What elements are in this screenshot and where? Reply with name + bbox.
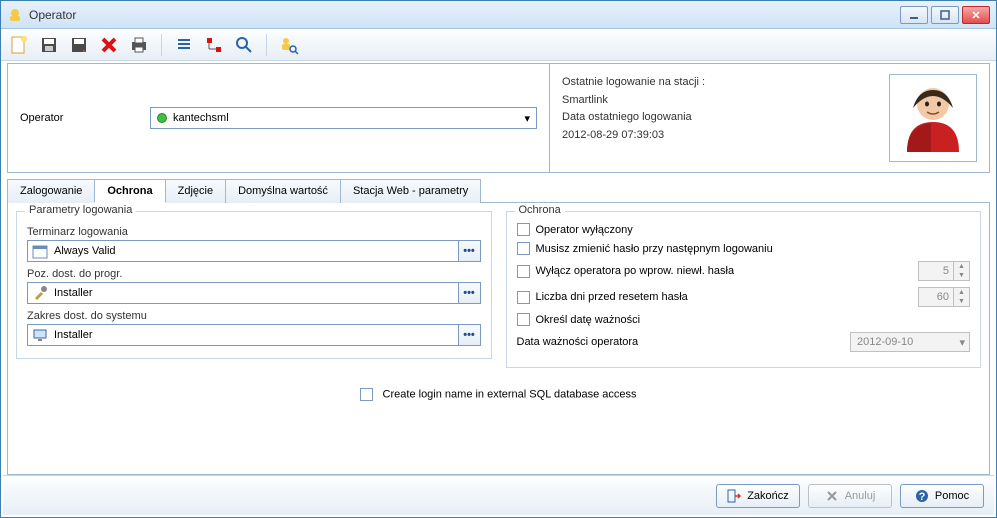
date-expiry: 2012-09-10 ▾ — [850, 332, 970, 352]
chevron-down-icon: ▾ — [524, 112, 530, 125]
operator-window: Operator Operator kantechsml ▾ — [0, 0, 997, 518]
picker-terminarz[interactable]: Always Valid ••• — [27, 240, 481, 262]
tab-strip: Zalogowanie Ochrona Zdjęcie Domyślna war… — [7, 179, 990, 203]
checkbox-days-before-reset[interactable] — [517, 291, 530, 304]
fieldset-parametry-logowania: Parametry logowania Terminarz logowania … — [16, 211, 492, 359]
exit-icon — [727, 489, 741, 503]
delete-icon[interactable] — [99, 35, 119, 55]
fieldset-legend: Ochrona — [515, 204, 565, 216]
tab-zdjecie[interactable]: Zdjęcie — [165, 179, 226, 203]
checkbox-set-expiry[interactable] — [517, 313, 530, 326]
toolbar-separator — [161, 34, 162, 56]
operator-select-value: kantechsml — [173, 112, 229, 124]
browse-button[interactable]: ••• — [458, 283, 480, 303]
spinner-value: 60 — [919, 291, 953, 303]
picker-value: Installer — [52, 329, 458, 341]
operator-label: Operator — [20, 112, 150, 124]
minimize-button[interactable] — [900, 6, 928, 24]
fieldset-ochrona: Ochrona Operator wyłączony Musisz zmieni… — [506, 211, 982, 368]
checkbox-must-change-password[interactable] — [517, 242, 530, 255]
picker-value: Installer — [52, 287, 458, 299]
list-icon[interactable] — [174, 35, 194, 55]
tab-ochrona[interactable]: Ochrona — [94, 179, 165, 203]
checkbox-label: Create login name in external SQL databa… — [383, 388, 637, 400]
checkbox-create-sql-login[interactable] — [360, 388, 373, 401]
close-button[interactable] — [962, 6, 990, 24]
cancel-button: Anuluj — [808, 484, 892, 508]
toolbar-separator — [266, 34, 267, 56]
tool-icon — [32, 285, 48, 301]
status-dot-icon — [157, 113, 167, 123]
last-login-station-label: Ostatnie logowanie na stacji : — [562, 74, 879, 92]
new-icon[interactable] — [9, 35, 29, 55]
checkbox-operator-disabled[interactable] — [517, 223, 530, 236]
checkbox-disable-after-bad-pwd[interactable] — [517, 265, 530, 278]
help-icon: ? — [915, 489, 929, 503]
avatar — [889, 74, 977, 162]
tab-body: Parametry logowania Terminarz logowania … — [7, 202, 990, 475]
label-terminarz: Terminarz logowania — [27, 226, 481, 238]
tab-stacja-web[interactable]: Stacja Web - parametry — [340, 179, 481, 203]
checkbox-label: Określ datę ważności — [536, 314, 641, 326]
close-dialog-button[interactable]: Zakończ — [716, 484, 800, 508]
search-icon[interactable] — [234, 35, 254, 55]
browse-button[interactable]: ••• — [458, 325, 480, 345]
browse-button[interactable]: ••• — [458, 241, 480, 261]
save-as-icon[interactable] — [69, 35, 89, 55]
checkbox-label: Operator wyłączony — [536, 224, 633, 236]
checkbox-label: Wyłącz operatora po wprow. niewł. hasła — [536, 265, 735, 277]
last-login-station-value: Smartlink — [562, 92, 879, 110]
app-icon — [7, 7, 23, 23]
print-icon[interactable] — [129, 35, 149, 55]
user-search-icon[interactable] — [279, 35, 299, 55]
label-poz-dost: Poz. dost. do progr. — [27, 268, 481, 280]
checkbox-label: Musisz zmienić hasło przy następnym logo… — [536, 243, 773, 255]
save-icon[interactable] — [39, 35, 59, 55]
picker-poz-dost[interactable]: Installer ••• — [27, 282, 481, 304]
button-label: Anuluj — [845, 490, 876, 502]
button-label: Zakończ — [747, 490, 789, 502]
spinner-value: 5 — [919, 265, 953, 277]
maximize-button[interactable] — [931, 6, 959, 24]
svg-text:?: ? — [919, 491, 926, 503]
last-login-date-label: Data ostatniego logowania — [562, 109, 879, 127]
chevron-down-icon: ▾ — [959, 336, 965, 349]
calendar-icon — [32, 243, 48, 259]
login-info: Ostatnie logowanie na stacji : Smartlink… — [562, 74, 879, 162]
operator-select[interactable]: kantechsml ▾ — [150, 107, 537, 129]
footer: Zakończ Anuluj ? Pomoc — [3, 475, 994, 515]
hierarchy-icon[interactable] — [204, 35, 224, 55]
spinner-bad-pwd-count: 5 ▲▼ — [918, 261, 970, 281]
titlebar: Operator — [1, 1, 996, 29]
tab-domyslna[interactable]: Domyślna wartość — [225, 179, 341, 203]
monitor-icon — [32, 327, 48, 343]
checkbox-label: Liczba dni przed resetem hasła — [536, 291, 688, 303]
button-label: Pomoc — [935, 490, 969, 502]
help-button[interactable]: ? Pomoc — [900, 484, 984, 508]
header-panel: Operator kantechsml ▾ Ostatnie logowanie… — [7, 63, 990, 173]
toolbar — [1, 29, 996, 61]
tab-zalogowanie[interactable]: Zalogowanie — [7, 179, 95, 203]
picker-value: Always Valid — [52, 245, 458, 257]
date-value: 2012-09-10 — [857, 336, 913, 348]
cancel-icon — [825, 489, 839, 503]
fieldset-legend: Parametry logowania — [25, 204, 136, 216]
picker-zakres[interactable]: Installer ••• — [27, 324, 481, 346]
label-zakres: Zakres dost. do systemu — [27, 310, 481, 322]
window-title: Operator — [29, 8, 900, 22]
last-login-date-value: 2012-08-29 07:39:03 — [562, 127, 879, 145]
label-expiry-date: Data ważności operatora — [517, 336, 639, 348]
spinner-days-before-reset: 60 ▲▼ — [918, 287, 970, 307]
